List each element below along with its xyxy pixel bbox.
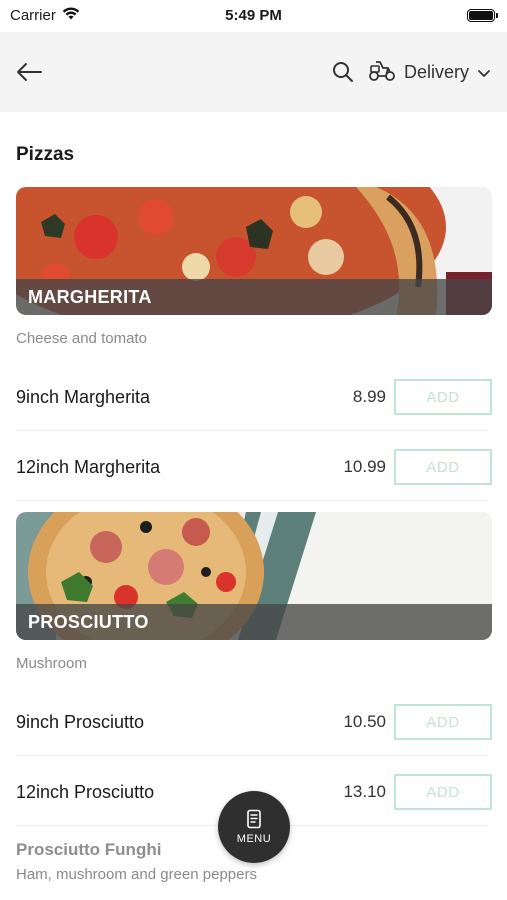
item-actions: 8.99 ADD xyxy=(353,379,492,415)
section-title: Pizzas xyxy=(16,144,75,165)
delivery-selector[interactable]: Delivery xyxy=(368,58,491,87)
item-name: 12inch Margherita xyxy=(16,456,161,477)
item-name: 12inch Prosciutto xyxy=(16,781,155,802)
item-price: 8.99 xyxy=(352,387,386,406)
menu-item-row: 9inch Margherita 8.99 ADD xyxy=(16,362,492,432)
item-price: 13.10 xyxy=(343,782,386,801)
card-title: PROSCIUTTO xyxy=(16,604,492,640)
item-actions: 10.99 ADD xyxy=(343,449,492,485)
item-name: 9inch Prosciutto xyxy=(16,711,145,732)
menu-item-row: 9inch Prosciutto 10.50 ADD xyxy=(16,687,492,757)
menu-book-icon xyxy=(247,809,261,829)
status-time: 5:49 PM xyxy=(225,6,282,24)
product-title[interactable]: Prosciutto Funghi xyxy=(16,840,161,860)
add-button[interactable]: ADD xyxy=(394,449,492,485)
chevron-down-icon xyxy=(477,62,491,83)
search-icon[interactable] xyxy=(332,61,354,83)
add-button[interactable]: ADD xyxy=(394,774,492,810)
row-divider xyxy=(16,755,488,756)
status-bar: Carrier 5:49 PM xyxy=(0,0,507,30)
item-name: 9inch Margherita xyxy=(16,386,151,407)
menu-button-label: MENU xyxy=(236,833,272,845)
nav-bar: Delivery xyxy=(0,32,507,112)
row-divider xyxy=(16,430,488,431)
item-actions: 13.10 ADD xyxy=(343,774,492,810)
card-description: Mushroom xyxy=(16,655,87,672)
menu-button[interactable]: MENU xyxy=(218,791,290,863)
delivery-label: Delivery xyxy=(403,61,469,82)
card-description: Cheese and tomato xyxy=(16,330,147,347)
add-button[interactable]: ADD xyxy=(394,704,492,740)
item-actions: 10.50 ADD xyxy=(343,704,492,740)
product-card-prosciutto[interactable]: PROSCIUTTO xyxy=(16,512,492,640)
product-card-margherita[interactable]: MARGHERITA xyxy=(16,187,492,315)
product-description: Ham, mushroom and green peppers xyxy=(16,866,257,883)
card-title: MARGHERITA xyxy=(16,279,492,315)
scooter-icon xyxy=(368,58,396,87)
item-price: 10.99 xyxy=(343,457,386,476)
add-button[interactable]: ADD xyxy=(394,379,492,415)
nav-right: Delivery xyxy=(332,58,491,87)
back-arrow-icon[interactable] xyxy=(16,62,42,82)
battery-icon xyxy=(467,8,498,22)
row-divider xyxy=(16,500,488,501)
item-price: 10.50 xyxy=(343,712,386,731)
menu-item-row: 12inch Margherita 10.99 ADD xyxy=(16,432,492,502)
